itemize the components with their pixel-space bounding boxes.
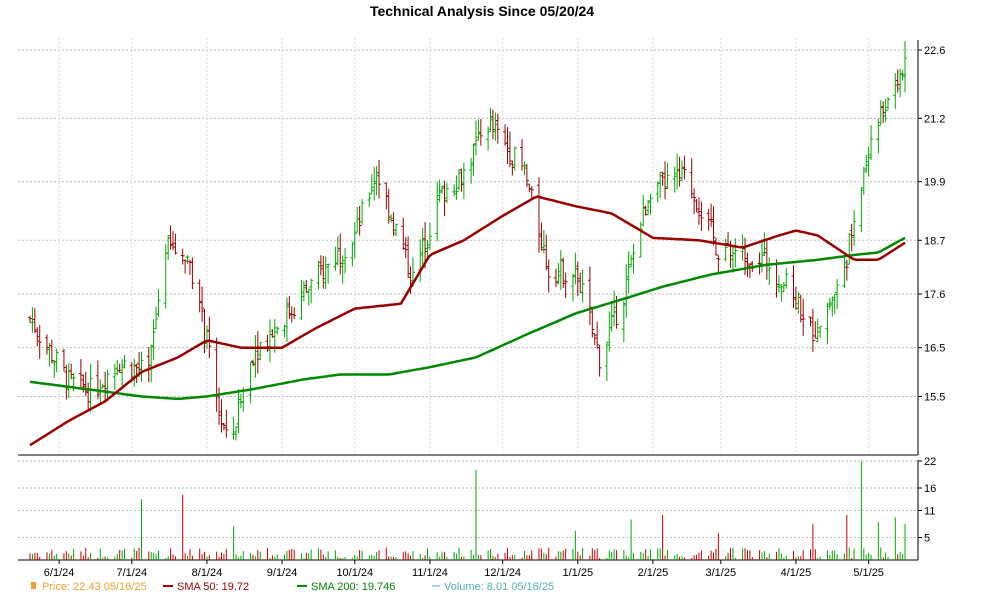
legend-volume-text: Volume: 8.01 05/16/25 bbox=[444, 581, 554, 593]
price-tick-label: 15.5 bbox=[924, 391, 945, 403]
legend-sma200: SMA 200: 19.746 bbox=[297, 581, 395, 593]
chart-title: Technical Analysis Since 05/20/24 bbox=[370, 3, 594, 19]
date-tick-label: 1/1/25 bbox=[562, 567, 593, 579]
legend-price: Price: 22.43 05/16/25 bbox=[31, 581, 147, 593]
date-tick-label: 7/1/24 bbox=[117, 567, 148, 579]
price-tick-label: 19.9 bbox=[924, 177, 945, 189]
volume-tick-label: 11 bbox=[924, 506, 935, 518]
technical-analysis-chart: Technical Analysis Since 05/20/24 15.5 16… bbox=[0, 0, 1000, 600]
price-tick-label: 17.6 bbox=[924, 289, 945, 301]
date-tick-label: 3/1/25 bbox=[705, 567, 736, 579]
date-tick-label: 9/1/24 bbox=[267, 567, 298, 579]
date-tick-label: 12/1/24 bbox=[484, 567, 521, 579]
date-tick-label: 2/1/25 bbox=[638, 567, 669, 579]
volume-tick-label: 5 bbox=[924, 533, 930, 545]
legend-sma200-text: SMA 200: 19.746 bbox=[311, 581, 395, 593]
price-tick-label: 16.5 bbox=[924, 343, 945, 355]
date-tick-label: 5/1/25 bbox=[853, 567, 884, 579]
legend-price-swatch bbox=[31, 582, 36, 589]
volume-tick-label: 16 bbox=[924, 483, 936, 495]
legend-price-text: Price: 22.43 05/16/25 bbox=[42, 581, 147, 593]
date-tick-label: 11/1/24 bbox=[412, 567, 448, 579]
date-tick-label: 8/1/24 bbox=[192, 567, 223, 579]
date-tick-label: 4/1/25 bbox=[781, 567, 812, 579]
price-tick-label: 21.2 bbox=[924, 113, 945, 125]
legend-sma50-text: SMA 50: 19.72 bbox=[177, 581, 249, 593]
date-tick-label: 10/1/24 bbox=[336, 567, 373, 579]
price-tick-label: 18.7 bbox=[924, 235, 945, 247]
legend-volume: Volume: 8.01 05/16/25 bbox=[432, 581, 554, 593]
price-tick-label: 22.6 bbox=[924, 45, 945, 57]
volume-tick-label: 22 bbox=[924, 456, 936, 468]
date-tick-label: 6/1/24 bbox=[44, 567, 75, 579]
